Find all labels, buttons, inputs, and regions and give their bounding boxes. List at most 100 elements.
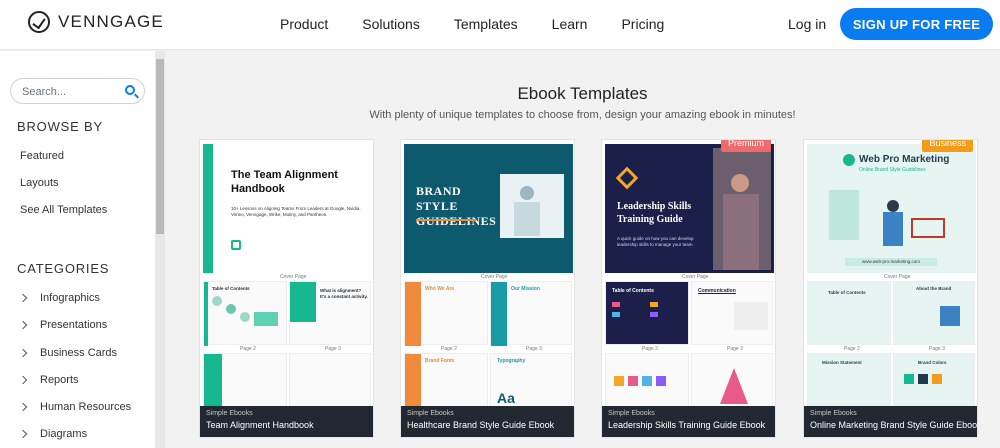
page-heading: Who We Are xyxy=(425,286,455,292)
nav-product[interactable]: Product xyxy=(280,16,328,32)
page-3-preview: About the Brand xyxy=(893,281,975,345)
scrollbar-thumb[interactable] xyxy=(156,59,164,234)
illustration-block xyxy=(940,306,960,326)
brand-mark-icon xyxy=(615,166,639,190)
aside-heading: What is alignment? It's a constant activ… xyxy=(320,288,368,299)
page-2-preview: Who We Are xyxy=(404,281,488,346)
signup-button[interactable]: SIGN UP FOR FREE xyxy=(840,8,993,40)
page-heading: Our Mission xyxy=(511,286,540,292)
cover-title: Leadership Skills Training Guide xyxy=(617,201,692,225)
card-footer: Simple Ebooks Team Alignment Handbook xyxy=(200,406,373,437)
sidebar: BROWSE BY Featured Layouts See All Templ… xyxy=(0,51,155,448)
page-heading: Table of Contents xyxy=(828,290,866,295)
browse-by-heading: BROWSE BY xyxy=(17,119,103,134)
chevron-right-icon xyxy=(18,320,28,330)
page-heading: Brand Fonts xyxy=(425,358,455,364)
pyramid-shape xyxy=(720,368,748,404)
template-card-leadership-skills[interactable]: Premium Leadership Skills Training Guide… xyxy=(601,139,776,438)
card-footer: Simple Ebooks Leadership Skills Training… xyxy=(602,406,775,437)
venngage-logo-icon xyxy=(28,11,50,33)
browse-see-all[interactable]: See All Templates xyxy=(20,204,107,216)
category-diagrams[interactable]: Diagrams xyxy=(18,428,88,440)
chevron-right-icon xyxy=(18,293,28,303)
team-logo-icon xyxy=(231,240,241,250)
chevron-right-icon xyxy=(18,429,28,439)
template-card-online-marketing[interactable]: Business Web Pro Marketing Online Brand … xyxy=(803,139,978,438)
sidebar-scrollbar[interactable] xyxy=(155,51,165,448)
category-infographics[interactable]: Infographics xyxy=(18,292,100,304)
page-heading: Communication xyxy=(698,288,736,294)
person-shape xyxy=(723,194,759,270)
icon-tile xyxy=(642,376,652,386)
category-business-cards[interactable]: Business Cards xyxy=(18,347,118,359)
page-2-label: Page 2 xyxy=(441,346,457,352)
icon-tile xyxy=(628,376,638,386)
page-accent-bar xyxy=(204,354,222,414)
category-label: Business Cards xyxy=(40,347,118,359)
category-label: Human Resources xyxy=(40,401,132,413)
browse-featured[interactable]: Featured xyxy=(20,150,64,162)
page-4-preview: Brand Fonts xyxy=(404,353,488,414)
browse-layouts[interactable]: Layouts xyxy=(20,177,59,189)
search-icon[interactable] xyxy=(125,85,135,95)
page-3-label: Page 3 xyxy=(929,346,945,352)
chevron-right-icon xyxy=(18,402,28,412)
nav-templates[interactable]: Templates xyxy=(454,16,518,32)
cover-title: Web Pro Marketing xyxy=(859,154,950,165)
photo-block xyxy=(500,174,564,238)
photo-block xyxy=(254,312,278,326)
page-5-preview xyxy=(289,353,371,413)
photo-block xyxy=(290,282,316,322)
card-footer: Simple Ebooks Online Marketing Brand Sty… xyxy=(804,406,977,437)
page-5-preview xyxy=(691,353,773,413)
login-link[interactable]: Log in xyxy=(788,16,826,32)
categories-heading: CATEGORIES xyxy=(17,261,110,276)
template-card-team-alignment[interactable]: The Team Alignment Handbook 10+ Lessons … xyxy=(199,139,374,438)
nav-pricing[interactable]: Pricing xyxy=(621,16,664,32)
toc-marker xyxy=(612,312,620,317)
cover-page-label: Cover Page xyxy=(280,274,307,280)
page-2-preview: Table of Contents xyxy=(807,281,891,345)
category-label: Infographics xyxy=(40,292,100,304)
card-title: Online Marketing Brand Style Guide Ebook xyxy=(810,420,978,430)
page-5-preview: Typography Aa xyxy=(490,353,572,413)
category-human-resources[interactable]: Human Resources xyxy=(18,401,132,413)
venngage-logo[interactable]: VENNGAGE xyxy=(28,11,164,33)
page-2-label: Page 2 xyxy=(844,346,860,352)
cover-text: 10+ Lessons on Aligning Teams From Leade… xyxy=(231,206,361,217)
category-label: Presentations xyxy=(40,319,108,331)
icon-tile xyxy=(656,376,666,386)
icon-tile xyxy=(614,376,624,386)
avatar xyxy=(212,296,222,306)
page-accent-bar xyxy=(405,282,421,346)
nav-solutions[interactable]: Solutions xyxy=(362,16,420,32)
nav-learn[interactable]: Learn xyxy=(552,16,588,32)
template-card-healthcare-brand[interactable]: BRAND STYLE GUIDELINES Cover Page Who We… xyxy=(400,139,575,438)
page-4-preview xyxy=(203,353,287,414)
person-shape xyxy=(514,202,540,236)
page-heading: Brand Colors xyxy=(918,360,947,365)
page-2-label: Page 2 xyxy=(240,346,256,352)
page-2-label: Page 2 xyxy=(642,346,658,352)
top-nav-bar: VENNGAGE Product Solutions Templates Lea… xyxy=(0,0,1000,50)
photo-block xyxy=(734,302,768,330)
avatar xyxy=(240,312,250,322)
card-category: Simple Ebooks xyxy=(206,410,253,417)
page-heading: Mission Statement xyxy=(822,360,862,365)
category-reports[interactable]: Reports xyxy=(18,374,79,386)
person-shape xyxy=(731,174,749,192)
person-shape xyxy=(520,186,534,200)
page-heading: Table of Contents xyxy=(612,288,654,294)
type-sample: Aa xyxy=(497,390,515,406)
cart-shape xyxy=(911,218,945,238)
cover-accent-bar xyxy=(203,144,213,273)
page-4-preview xyxy=(605,353,689,413)
business-badge: Business xyxy=(922,140,973,152)
search-input[interactable] xyxy=(22,84,117,99)
category-presentations[interactable]: Presentations xyxy=(18,319,108,331)
cover-page-label: Cover Page xyxy=(682,274,709,280)
card-title: Healthcare Brand Style Guide Ebook xyxy=(407,420,555,430)
page-3-preview: Communication xyxy=(691,281,773,345)
category-label: Diagrams xyxy=(40,428,88,440)
card-category: Simple Ebooks xyxy=(810,410,857,417)
